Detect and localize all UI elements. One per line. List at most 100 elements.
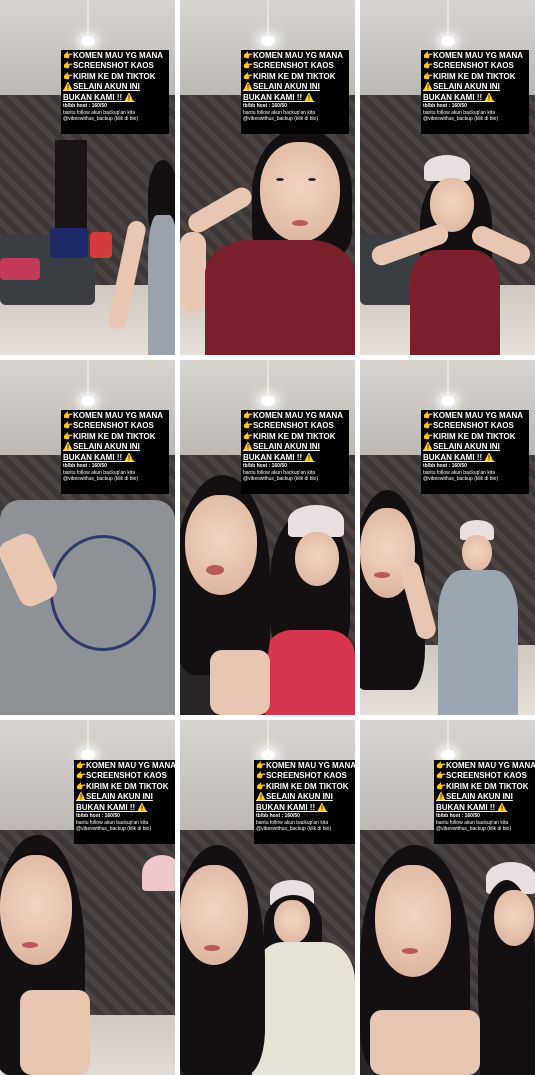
person-shoulder	[370, 1010, 480, 1075]
person-lips	[206, 565, 224, 575]
person-lips	[402, 948, 418, 954]
person-face	[274, 900, 310, 944]
frame-4: 👉KOMEN MAU YG MANA 👉SCREENSHOT KAOS 👉KIR…	[0, 360, 175, 715]
pointing-hand-icon: 👉	[243, 421, 253, 431]
warning-icon: ⚠️	[76, 792, 86, 802]
pointing-hand-icon: 👉	[436, 771, 446, 781]
hanging-shirt	[50, 228, 88, 258]
warning-line: SELAIN AKUN INI	[265, 792, 333, 802]
graphic-shirt	[252, 942, 355, 1075]
warning-icon: ⚠️	[63, 82, 73, 92]
pointing-hand-icon: 👉	[423, 421, 433, 431]
frame-9: 👉KOMEN MAU YG MANA 👉SCREENSHOT KAOS 👉KIR…	[360, 720, 535, 1075]
grey-graphic-shirt	[438, 570, 518, 715]
follow-text: bantu follow akun backup'an kita	[256, 819, 329, 826]
caption-line: KIRIM KE DM TIKTOK	[432, 431, 516, 441]
warning-line: BUKAN KAMI !!	[423, 452, 483, 462]
account-handle: @vibeswithus_backup	[243, 116, 293, 123]
warning-icon: ⚠️	[436, 792, 446, 802]
light-cord	[446, 360, 449, 398]
frame-1: 👉KOMEN MAU YG MANA 👉SCREENSHOT KAOS 👉KIR…	[0, 0, 175, 355]
warning-icon: ⚠️	[304, 92, 315, 102]
follow-text: bantu follow akun backup'an kita	[243, 109, 316, 116]
caption-line: KIRIM KE DM TIKTOK	[85, 781, 169, 791]
follow-text: bantu follow akun backup'an kita	[423, 109, 496, 116]
host-text: tb/bb host : 160/50	[243, 103, 287, 110]
host-text: tb/bb host : 160/50	[423, 103, 467, 110]
video-frame-grid: 👉KOMEN MAU YG MANA 👉SCREENSHOT KAOS 👉KIR…	[0, 0, 535, 1075]
account-handle: @vibeswithus_backup	[436, 826, 486, 833]
caption-overlay: 👉KOMEN MAU YG MANA 👉SCREENSHOT KAOS 👉KIR…	[241, 410, 349, 494]
person-lips	[374, 572, 390, 578]
light-cord	[86, 360, 89, 398]
warning-icon: ⚠️	[63, 442, 73, 452]
pointing-hand-icon: 👉	[243, 71, 253, 81]
pointing-hand-icon: 👉	[423, 431, 433, 441]
person-face	[375, 865, 451, 977]
pointing-hand-icon: 👉	[63, 51, 73, 60]
person-face	[0, 855, 72, 965]
pointing-hand-icon: 👉	[76, 781, 86, 791]
host-text: tb/bb host : 160/50	[63, 103, 107, 110]
pointing-hand-icon: 👉	[76, 761, 86, 770]
caption-line: SCREENSHOT KAOS	[445, 771, 527, 781]
caption-line: SCREENSHOT KAOS	[72, 421, 154, 431]
pointing-hand-icon: 👉	[63, 411, 73, 420]
account-note: (klik di bio)	[294, 116, 319, 123]
caption-line: KIRIM KE DM TIKTOK	[72, 431, 156, 441]
person-eye	[308, 178, 316, 181]
warning-line: BUKAN KAMI !!	[436, 802, 496, 812]
account-note: (klik di bio)	[307, 826, 332, 833]
frame-2: 👉KOMEN MAU YG MANA 👉SCREENSHOT KAOS 👉KIR…	[180, 0, 355, 355]
pointing-hand-icon: 👉	[243, 411, 253, 420]
follow-text: bantu follow akun backup'an kita	[243, 469, 316, 476]
caption-line: KOMEN MAU YG MANA	[265, 761, 355, 770]
ceiling-light	[440, 36, 455, 46]
follow-text: bantu follow akun backup'an kita	[63, 109, 136, 116]
person-face	[494, 890, 534, 946]
pointing-hand-icon: 👉	[63, 431, 73, 441]
host-text: tb/bb host : 160/50	[63, 463, 107, 470]
host-text: tb/bb host : 160/50	[256, 813, 300, 820]
person-lips	[22, 942, 38, 948]
pointing-hand-icon: 👉	[63, 61, 73, 71]
caption-line: KOMEN MAU YG MANA	[252, 51, 344, 60]
caption-line: KOMEN MAU YG MANA	[445, 761, 535, 770]
warning-icon: ⚠️	[124, 92, 135, 102]
pointing-hand-icon: 👉	[243, 431, 253, 441]
ceiling-light	[260, 36, 275, 46]
caption-line: KIRIM KE DM TIKTOK	[252, 71, 336, 81]
follow-text: bantu follow akun backup'an kita	[76, 819, 149, 826]
pointing-hand-icon: 👉	[63, 421, 73, 431]
account-note: (klik di bio)	[294, 476, 319, 483]
warning-line: BUKAN KAMI !!	[63, 452, 123, 462]
warning-line: BUKAN KAMI !!	[243, 452, 303, 462]
caption-line: KOMEN MAU YG MANA	[85, 761, 175, 770]
maroon-shirt	[410, 250, 500, 355]
black-top	[480, 980, 535, 1075]
account-handle: @vibeswithus_backup	[63, 116, 113, 123]
account-handle: @vibeswithus_backup	[76, 826, 126, 833]
light-cord	[86, 0, 89, 38]
warning-line: SELAIN AKUN INI	[252, 442, 320, 452]
caption-line: SCREENSHOT KAOS	[252, 61, 334, 71]
frame-6: 👉KOMEN MAU YG MANA 👉SCREENSHOT KAOS 👉KIR…	[360, 360, 535, 715]
pink-cap	[424, 155, 470, 181]
caption-overlay: 👉KOMEN MAU YG MANA 👉SCREENSHOT KAOS 👉KIR…	[254, 760, 355, 844]
warning-icon: ⚠️	[124, 452, 135, 462]
pointing-hand-icon: 👉	[436, 761, 446, 770]
frame-5: 👉KOMEN MAU YG MANA 👉SCREENSHOT KAOS 👉KIR…	[180, 360, 355, 715]
person-eye	[276, 178, 284, 181]
warning-icon: ⚠️	[137, 802, 148, 812]
follow-text: bantu follow akun backup'an kita	[436, 819, 509, 826]
caption-line: KOMEN MAU YG MANA	[72, 51, 164, 60]
warning-icon: ⚠️	[484, 92, 495, 102]
warning-line: SELAIN AKUN INI	[432, 82, 500, 92]
ceiling-light	[260, 750, 275, 760]
pointing-hand-icon: 👉	[63, 71, 73, 81]
host-text: tb/bb host : 160/50	[436, 813, 480, 820]
warning-line: SELAIN AKUN INI	[72, 82, 140, 92]
warning-line: SELAIN AKUN INI	[72, 442, 140, 452]
warning-line: BUKAN KAMI !!	[423, 92, 483, 102]
maroon-shirt	[205, 240, 355, 355]
